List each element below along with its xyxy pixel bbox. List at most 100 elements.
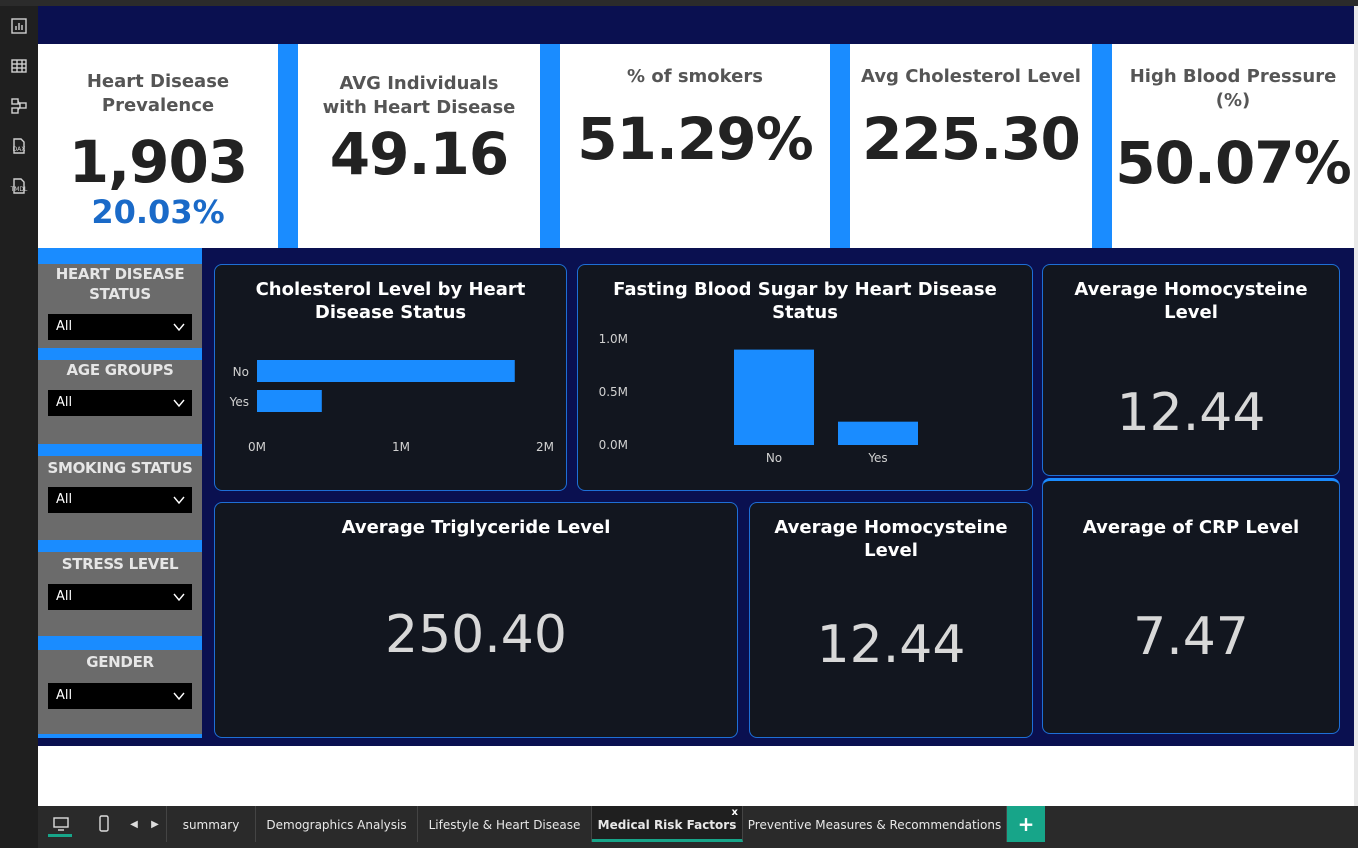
- slicer-gender: GENDER All: [38, 650, 202, 734]
- cholesterol-chart-card[interactable]: Cholesterol Level by Heart Disease Statu…: [214, 264, 567, 491]
- y-tick-label: 1.0M: [599, 332, 628, 346]
- kpi-high-blood-pressure[interactable]: High Blood Pressure (%) 50.07%: [1112, 44, 1354, 248]
- heart-disease-status-dropdown[interactable]: All: [48, 314, 192, 340]
- dropdown-value: All: [56, 589, 73, 604]
- triglyceride-card[interactable]: Average Triglyceride Level 250.40: [214, 502, 738, 738]
- desktop-layout-icon[interactable]: [50, 812, 72, 836]
- chevron-down-icon: [173, 323, 185, 332]
- crp-card[interactable]: Average of CRP Level 7.47: [1042, 478, 1340, 734]
- slicer-title: HEART DISEASE STATUS: [55, 265, 185, 303]
- bar-no: [257, 360, 515, 382]
- kpi-title: Avg Cholesterol Level: [861, 66, 1081, 87]
- bar-yes: [257, 390, 322, 412]
- card-title: Average Homocysteine Level: [1074, 279, 1308, 323]
- y-tick-label: 0.0M: [599, 438, 628, 452]
- card-value: 7.47: [1133, 607, 1249, 667]
- dropdown-value: All: [56, 319, 73, 334]
- report-view-icon[interactable]: [9, 16, 29, 36]
- card-title: Average Triglyceride Level: [341, 517, 611, 538]
- tab-label: Demographics Analysis: [266, 818, 407, 832]
- card-title: Average Homocysteine Level: [774, 517, 1008, 561]
- kpi-value: 1,903: [68, 128, 248, 196]
- chevron-down-icon: [173, 593, 185, 602]
- card-value: 12.44: [816, 615, 966, 675]
- kpi-heart-disease-prevalence[interactable]: Heart Disease Prevalence 1,903 20.03%: [38, 44, 278, 248]
- add-page-button[interactable]: +: [1007, 806, 1045, 842]
- slicer-title: STRESS LEVEL: [61, 555, 179, 573]
- kpi-smokers[interactable]: % of smokers 51.29%: [560, 44, 830, 248]
- tmdl-label: TMDL: [10, 186, 28, 193]
- tmdl-view-icon[interactable]: TMDL: [9, 176, 29, 196]
- tab-label: Medical Risk Factors: [597, 818, 737, 832]
- gender-dropdown[interactable]: All: [48, 683, 192, 709]
- card-value: 250.40: [385, 605, 567, 665]
- view-switcher-rail: DAX TMDL: [0, 6, 38, 848]
- tab-label: Lifestyle & Heart Disease: [428, 818, 581, 832]
- dropdown-value: All: [56, 688, 73, 703]
- category-label: No: [766, 451, 782, 465]
- kpi-divider: [830, 44, 850, 248]
- bar-yes: [838, 421, 918, 445]
- card-title: Average of CRP Level: [1082, 517, 1300, 538]
- slicer-smoking-status: SMOKING STATUS All: [38, 456, 202, 540]
- tab-label: summary: [182, 818, 240, 832]
- slicer-heart-disease-status: HEART DISEASE STATUS All: [38, 264, 202, 348]
- tab-lifestyle-heart-disease[interactable]: Lifestyle & Heart Disease: [418, 806, 592, 842]
- chevron-right-icon[interactable]: ▶: [149, 812, 161, 836]
- model-view-icon[interactable]: [9, 96, 29, 116]
- kpi-avg-individuals[interactable]: AVG Individuals with Heart Disease 49.16: [298, 44, 540, 248]
- chevron-left-icon[interactable]: ◀: [128, 812, 140, 836]
- kpi-subvalue: 20.03%: [91, 193, 225, 231]
- slicer-title: GENDER: [86, 653, 154, 671]
- slicer-age-groups: AGE GROUPS All: [38, 360, 202, 444]
- bar-no: [734, 349, 814, 445]
- canvas-margin: [38, 746, 1354, 806]
- kpi-title: Heart Disease Prevalence: [86, 71, 230, 116]
- smoking-status-dropdown[interactable]: All: [48, 487, 192, 513]
- stress-level-dropdown[interactable]: All: [48, 584, 192, 610]
- tab-demographics-analysis[interactable]: Demographics Analysis: [256, 806, 418, 842]
- kpi-avg-cholesterol[interactable]: Avg Cholesterol Level 225.30: [850, 44, 1092, 248]
- kpi-value: 49.16: [329, 120, 509, 188]
- chevron-down-icon: [173, 692, 185, 701]
- mobile-layout-icon[interactable]: [96, 812, 112, 836]
- table-view-icon[interactable]: [9, 56, 29, 76]
- chart-title: Fasting Blood Sugar by Heart Disease Sta…: [613, 279, 997, 323]
- kpi-title: High Blood Pressure (%): [1129, 66, 1337, 111]
- slicer-panel: HEART DISEASE STATUS All AGE GROUPS All …: [38, 248, 202, 738]
- homocysteine-card-middle[interactable]: Average Homocysteine Level 12.44: [749, 502, 1033, 738]
- slicer-stress-level: STRESS LEVEL All: [38, 552, 202, 636]
- close-icon[interactable]: x: [732, 794, 738, 832]
- kpi-divider: [540, 44, 560, 248]
- chart-title: Cholesterol Level by Heart Disease Statu…: [255, 279, 526, 323]
- canvas-right-edge: [1354, 6, 1358, 806]
- tab-medical-risk-factors[interactable]: Medical Risk Factors x: [592, 806, 743, 842]
- chevron-down-icon: [173, 399, 185, 408]
- kpi-value: 225.30: [862, 105, 1081, 173]
- cholesterol-bar-chart: No Yes 0M 1M 2M: [229, 360, 554, 454]
- category-label: Yes: [867, 451, 887, 465]
- homocysteine-card-top[interactable]: Average Homocysteine Level 12.44: [1042, 264, 1340, 476]
- fasting-blood-sugar-bar-chart: 1.0M 0.5M 0.0M No Yes: [599, 332, 918, 465]
- tab-preventive-measures[interactable]: Preventive Measures & Recommendations: [743, 806, 1007, 842]
- card-value: 12.44: [1116, 383, 1266, 443]
- report-canvas: Heart Disease Prevalence 1,903 20.03% AV…: [38, 6, 1354, 746]
- category-label: No: [233, 365, 249, 379]
- dax-query-icon[interactable]: DAX: [9, 136, 29, 156]
- page-tab-bar: ◀ ▶ summary Demographics Analysis Lifest…: [38, 806, 1358, 848]
- kpi-title: % of smokers: [627, 66, 763, 87]
- dropdown-value: All: [56, 395, 73, 410]
- fasting-blood-sugar-chart-card[interactable]: Fasting Blood Sugar by Heart Disease Sta…: [577, 264, 1033, 491]
- category-label: Yes: [229, 395, 249, 409]
- dax-label: DAX: [12, 146, 26, 153]
- x-tick-label: 1M: [392, 440, 410, 454]
- kpi-value: 50.07%: [1115, 129, 1352, 197]
- dropdown-value: All: [56, 492, 73, 507]
- x-tick-label: 2M: [536, 440, 554, 454]
- slicer-title: AGE GROUPS: [66, 361, 174, 379]
- tab-summary[interactable]: summary: [166, 806, 256, 842]
- kpi-divider: [1092, 44, 1112, 248]
- age-groups-dropdown[interactable]: All: [48, 390, 192, 416]
- kpi-title: AVG Individuals with Heart Disease: [322, 73, 516, 118]
- kpi-divider: [278, 44, 298, 248]
